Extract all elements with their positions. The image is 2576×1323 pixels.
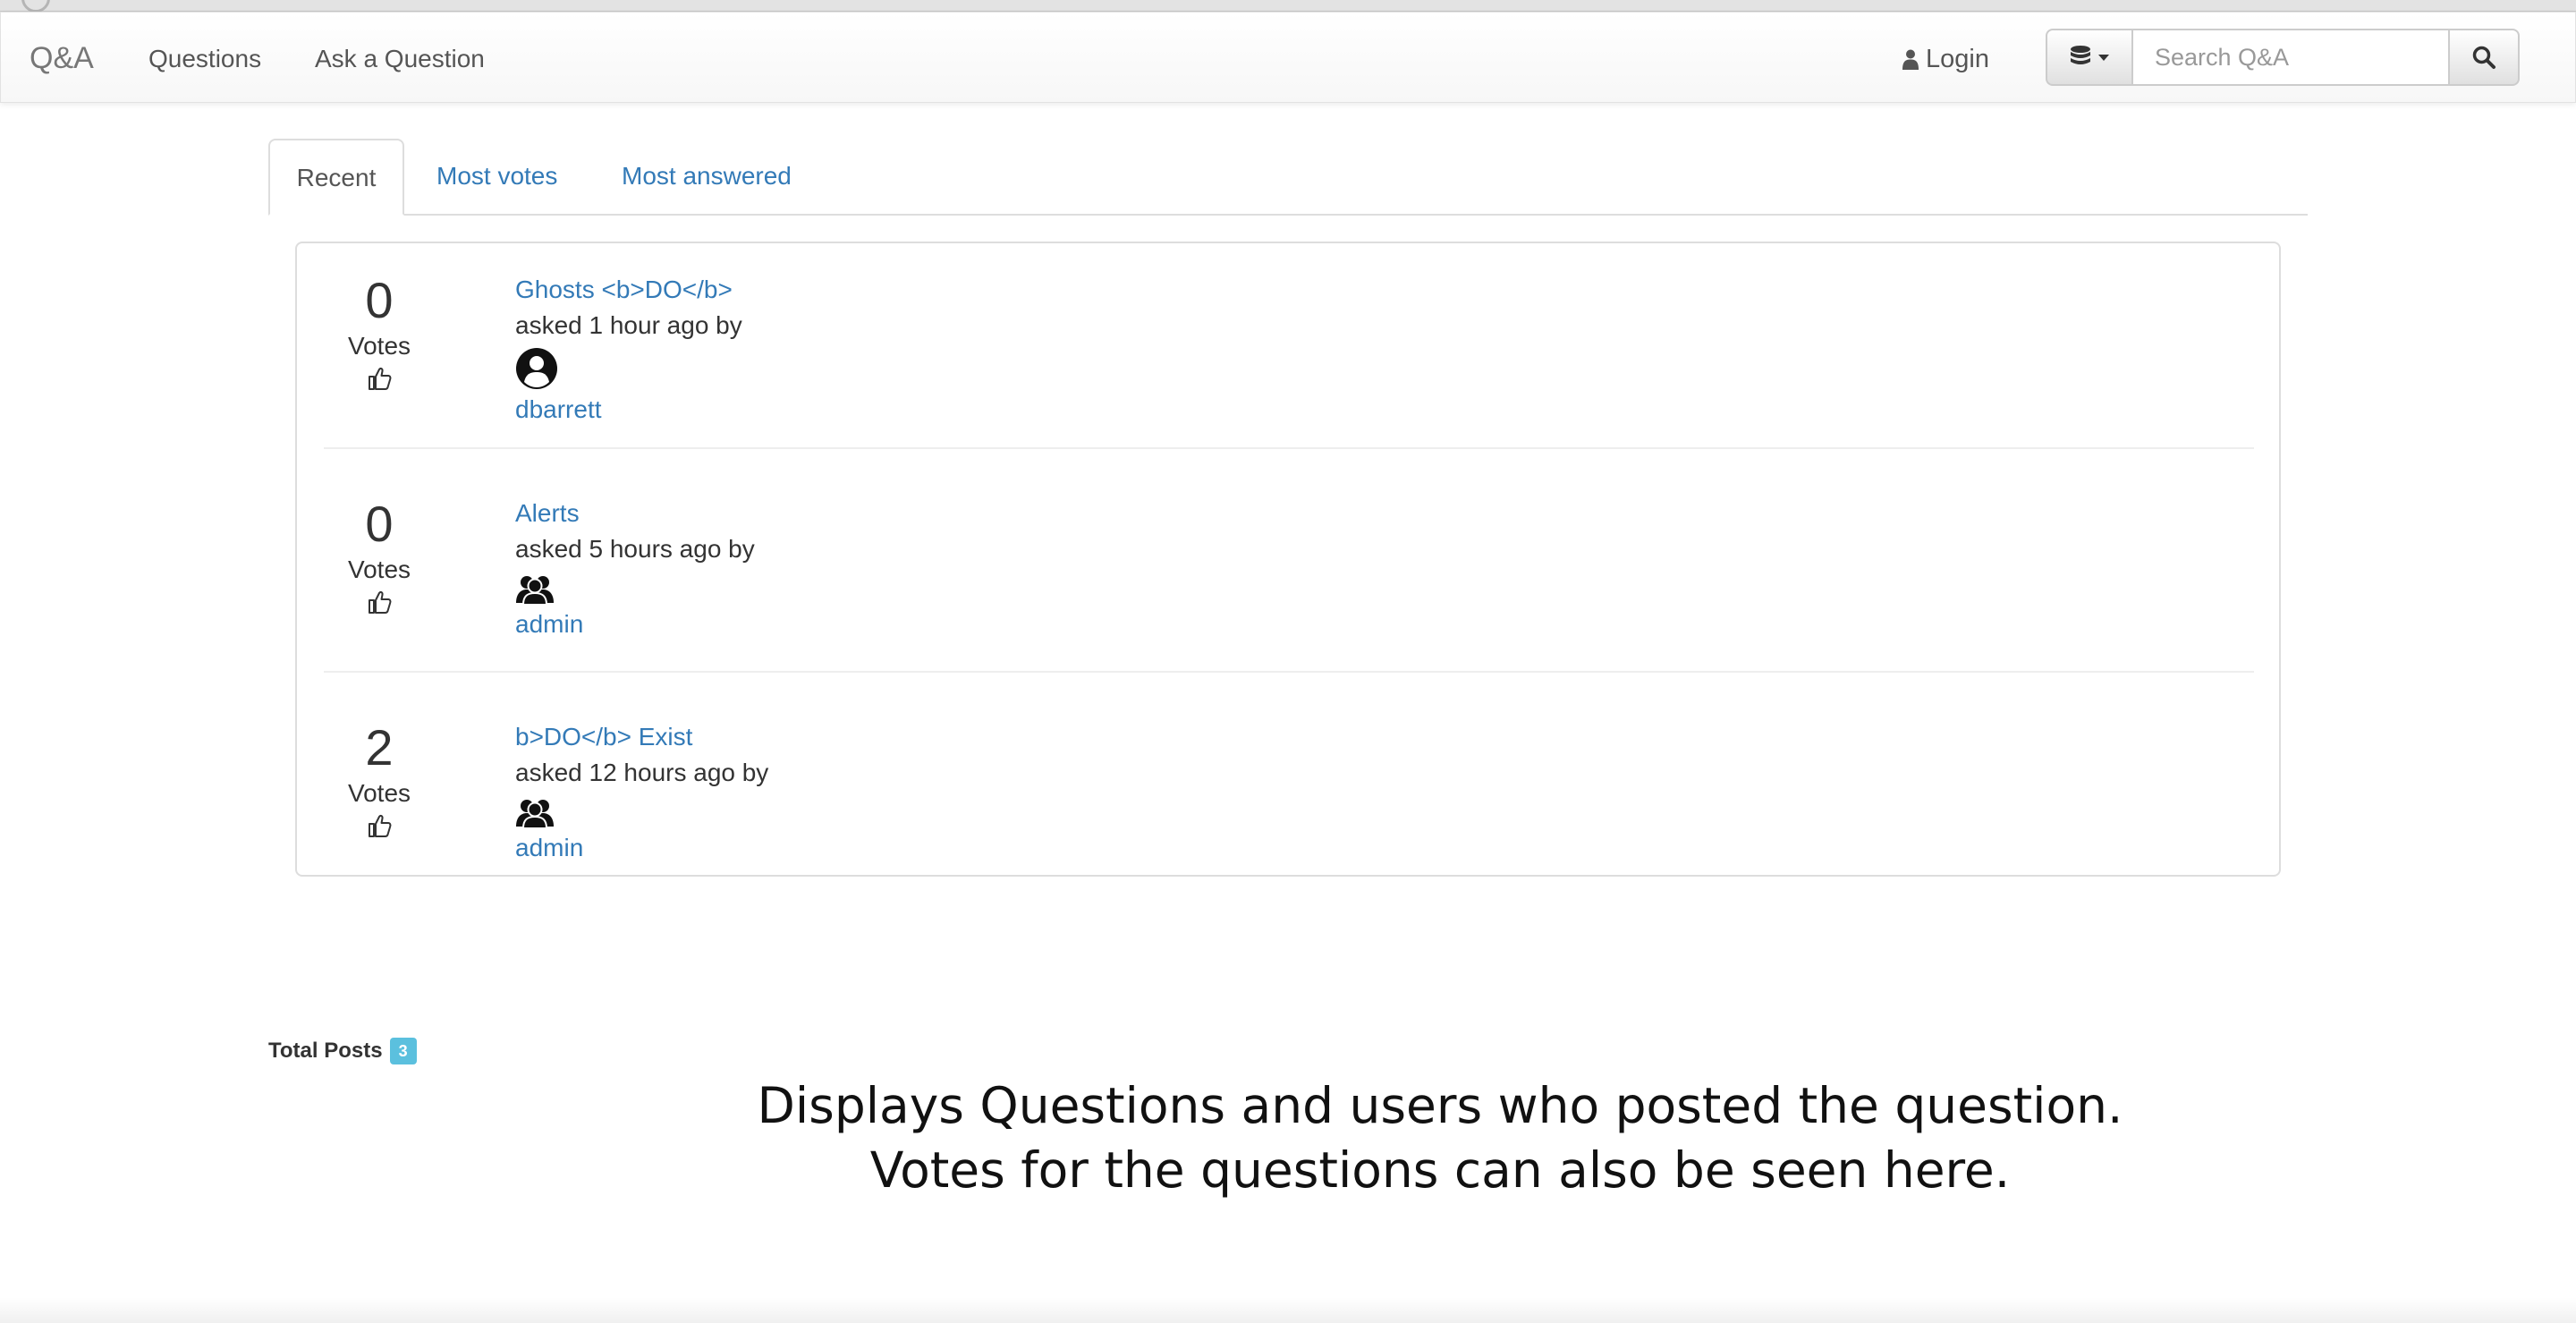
vote-box: 0 Votes [324, 261, 435, 392]
question-item: 0 Votes Alerts asked 5 hours ago by admi… [324, 485, 2254, 691]
vote-count: 0 [365, 272, 394, 328]
users-group-icon [516, 576, 554, 605]
question-content: Ghosts <b>DO</b> asked 1 hour ago by dba… [515, 274, 742, 426]
question-item: 0 Votes Ghosts <b>DO</b> asked 1 hour ag… [324, 261, 2254, 467]
search-input[interactable] [2131, 29, 2450, 86]
divider [324, 671, 2254, 673]
questions-panel: 0 Votes Ghosts <b>DO</b> asked 1 hour ag… [295, 242, 2281, 877]
question-title-link[interactable]: Ghosts <b>DO</b> [515, 274, 742, 306]
tab-most-answered[interactable]: Most answered [622, 139, 792, 214]
question-content: b>DO</b> Exist asked 12 hours ago by adm… [515, 721, 768, 864]
vote-box: 0 Votes [324, 485, 435, 615]
votes-label: Votes [347, 779, 411, 807]
search-icon [2472, 46, 2496, 69]
vote-count: 0 [365, 496, 394, 552]
nav-ask-question-link[interactable]: Ask a Question [315, 45, 485, 73]
question-user-link[interactable]: admin [515, 608, 755, 640]
thumbs-up-icon[interactable] [366, 365, 393, 392]
search-group [2046, 29, 2520, 86]
question-asked-meta: asked 5 hours ago by [515, 535, 755, 563]
login-label: Login [1926, 45, 1989, 73]
total-posts: Total Posts 3 [268, 1038, 417, 1064]
browser-tab-edge [21, 0, 50, 13]
tab-recent[interactable]: Recent [268, 139, 404, 216]
question-asked-meta: asked 12 hours ago by [515, 759, 769, 786]
user-avatar-icon [516, 348, 557, 389]
thumbs-up-icon[interactable] [366, 812, 393, 839]
browser-top-strip [0, 0, 2576, 13]
votes-label: Votes [347, 555, 411, 583]
caption-line-2: Votes for the questions can also be seen… [869, 1141, 2011, 1199]
database-icon [2071, 46, 2090, 64]
votes-label: Votes [347, 332, 411, 360]
total-posts-badge: 3 [389, 1038, 417, 1064]
caption-overlay: Displays Questions and users who posted … [626, 1073, 2254, 1202]
bottom-shadow [0, 1297, 2576, 1323]
database-dropdown-button[interactable] [2046, 29, 2131, 86]
question-tabs: Recent Most votes Most answered [268, 139, 2308, 216]
search-button[interactable] [2450, 29, 2520, 86]
caption-line-1: Displays Questions and users who posted … [757, 1077, 2123, 1134]
question-user-link[interactable]: dbarrett [515, 394, 742, 426]
tab-most-votes[interactable]: Most votes [436, 139, 557, 214]
question-item: 2 Votes b>DO</b> Exist asked 12 hours ag… [324, 708, 2254, 914]
brand-link[interactable]: Q&A [30, 41, 94, 75]
total-posts-label: Total Posts [268, 1039, 383, 1063]
question-content: Alerts asked 5 hours ago by admin [515, 497, 755, 640]
caret-down-icon [2098, 55, 2109, 61]
vote-count: 2 [365, 719, 394, 776]
thumbs-up-icon[interactable] [366, 589, 393, 615]
login-link[interactable]: Login [1902, 45, 1989, 73]
navbar: Q&A Questions Ask a Question Login [0, 12, 2576, 103]
users-group-icon [516, 800, 554, 828]
question-user-link[interactable]: admin [515, 832, 768, 864]
divider [324, 447, 2254, 449]
user-icon [1902, 49, 1919, 70]
nav-questions-link[interactable]: Questions [148, 45, 261, 73]
vote-box: 2 Votes [324, 708, 435, 839]
question-title-link[interactable]: Alerts [515, 497, 755, 530]
question-asked-meta: asked 1 hour ago by [515, 311, 742, 339]
question-title-link[interactable]: b>DO</b> Exist [515, 721, 768, 753]
